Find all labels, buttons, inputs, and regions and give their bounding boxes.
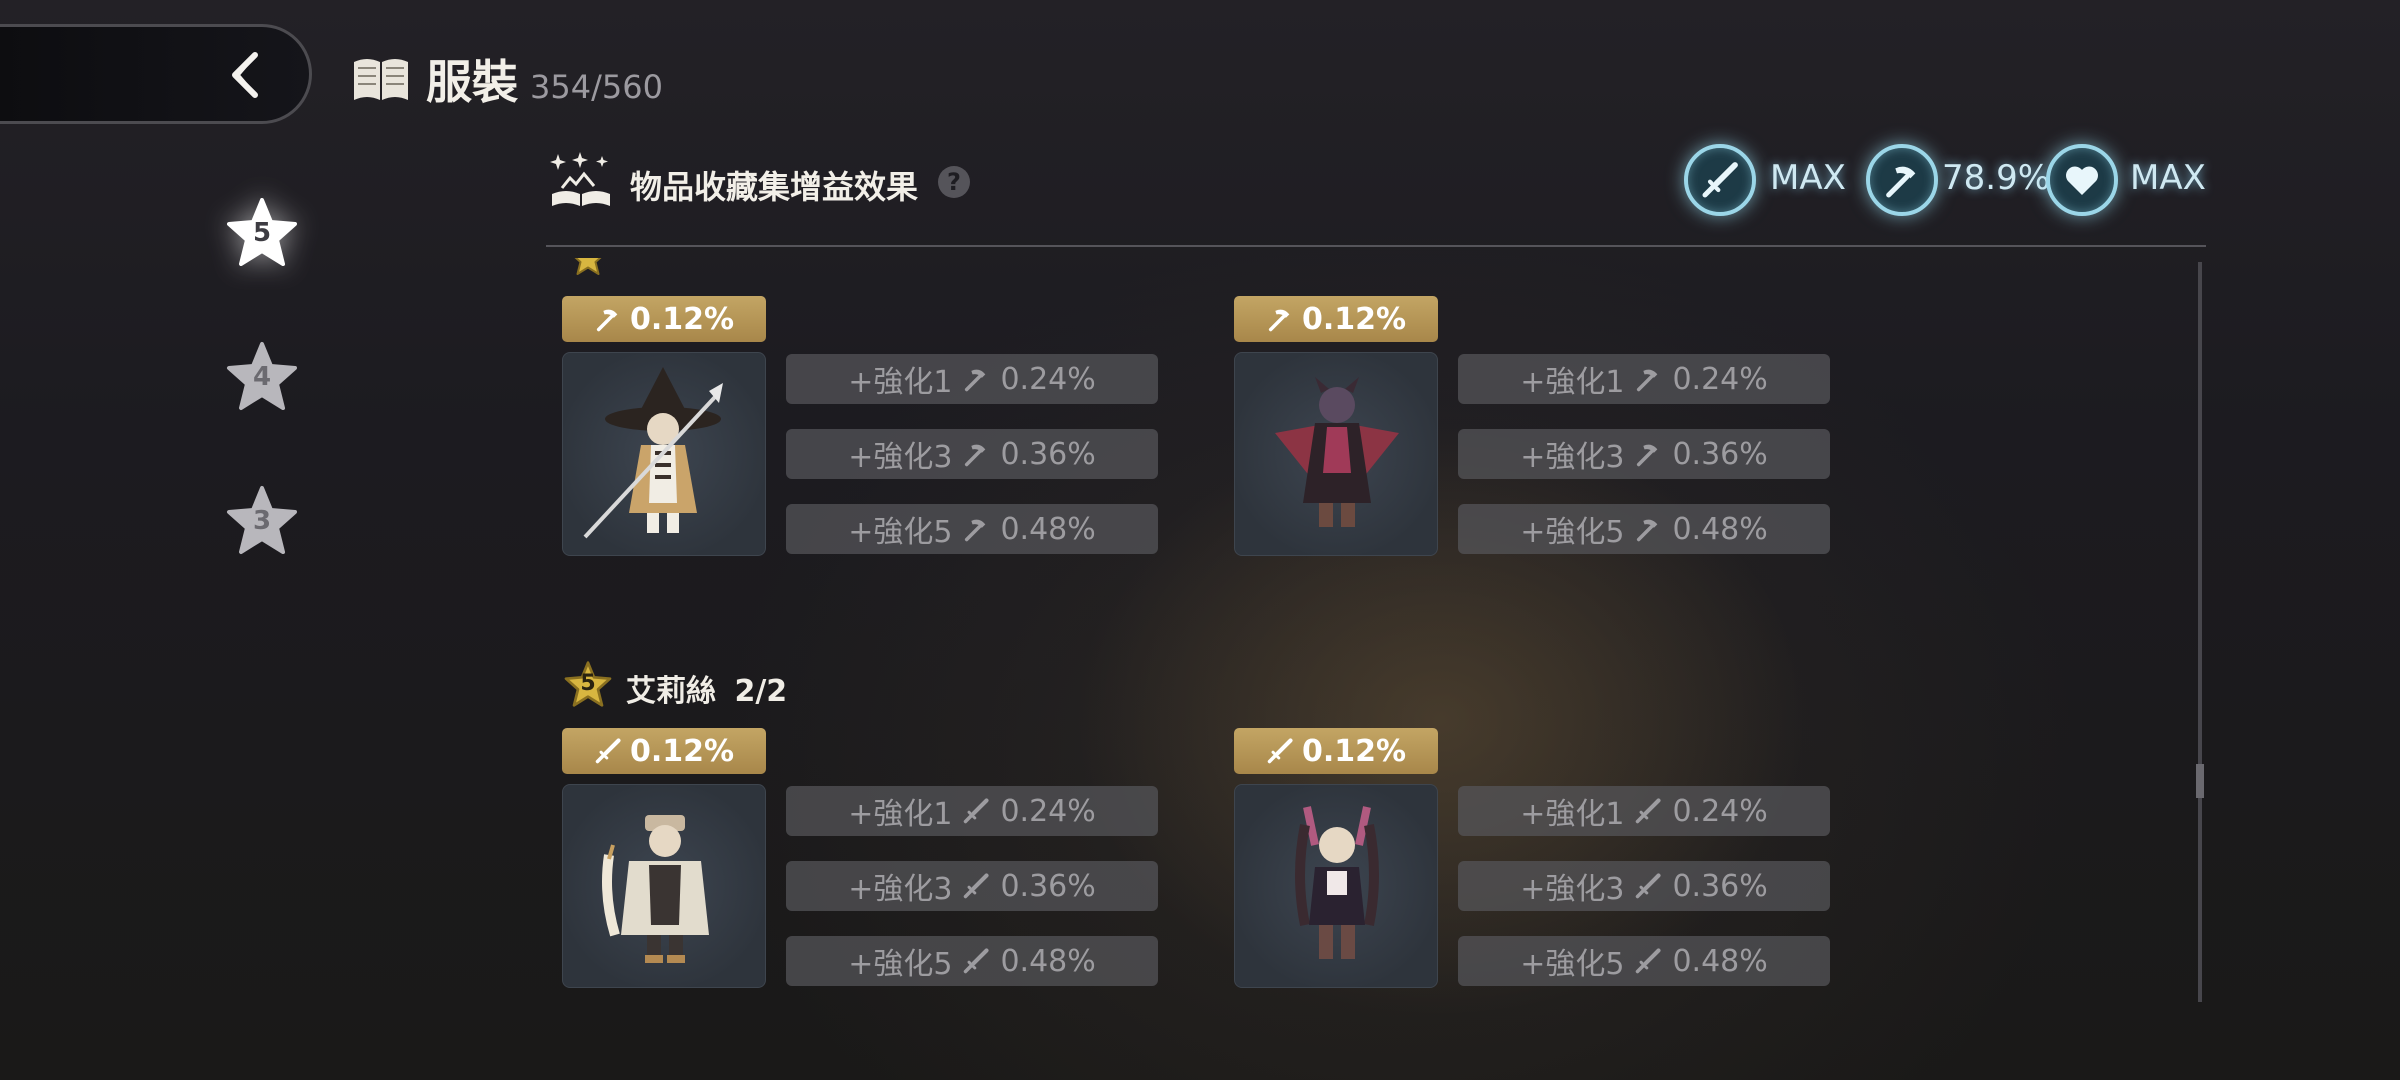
enhancement-label: +強化5 <box>848 515 953 550</box>
enhancement-value: 0.36% <box>1672 436 1768 472</box>
pickaxe-stat-badge[interactable] <box>1866 144 1938 216</box>
sword-stat-value: MAX <box>1770 158 1846 198</box>
header-divider <box>546 245 2206 247</box>
pickaxe-icon <box>1266 305 1294 333</box>
enhancement-label: +強化1 <box>1520 797 1625 832</box>
sword-icon <box>594 737 622 765</box>
sword-icon <box>1634 947 1662 975</box>
enhancement-row: +強化5 0.48% <box>786 936 1158 986</box>
pickaxe-icon <box>594 305 622 333</box>
pickaxe-icon <box>962 515 990 543</box>
enhancement-value: 0.36% <box>1672 868 1768 904</box>
pickaxe-icon <box>1634 440 1662 468</box>
pickaxe-stat-value: 78.9% <box>1942 158 2051 198</box>
enhancement-value: 0.24% <box>1000 793 1096 829</box>
enhancement-row: +強化5 0.48% <box>786 504 1158 554</box>
sword-icon <box>962 797 990 825</box>
enhancement-row: +強化1 0.24% <box>1458 354 1830 404</box>
open-book-icon <box>354 59 408 100</box>
base-bonus-value: 0.12% <box>1301 301 1407 337</box>
costume-portrait-witch[interactable] <box>562 352 766 556</box>
star-tab-4[interactable]: 4 <box>226 340 298 412</box>
explorer-costume-image <box>602 815 709 963</box>
enhancement-value: 0.24% <box>1672 361 1768 397</box>
enhancement-row: +強化1 0.24% <box>786 786 1158 836</box>
base-bonus-tag: 0.12% <box>1234 296 1438 342</box>
base-bonus-value: 0.12% <box>629 301 735 337</box>
enhancement-label: +強化5 <box>1520 947 1625 982</box>
enhancement-value: 0.48% <box>1672 943 1768 979</box>
enhancement-label: +強化3 <box>1520 872 1625 907</box>
sword-icon <box>1266 737 1294 765</box>
enhancement-value: 0.24% <box>1000 361 1096 397</box>
base-bonus-tag: 0.12% <box>562 728 766 774</box>
set-star-badge <box>570 258 606 276</box>
sword-icon <box>962 872 990 900</box>
set-name: 艾莉絲 2/2 <box>626 674 788 709</box>
star-tab-3[interactable]: 3 <box>226 484 298 556</box>
heart-stat-badge[interactable] <box>2046 144 2118 216</box>
heart-icon <box>2062 160 2102 200</box>
sword-icon <box>1634 797 1662 825</box>
enhancement-value: 0.48% <box>1000 511 1096 547</box>
enhancement-label: +強化3 <box>848 440 953 475</box>
enhancement-row: +強化3 0.36% <box>786 429 1158 479</box>
star-tab-label: 3 <box>252 506 272 536</box>
sword-icon <box>1634 872 1662 900</box>
pickaxe-icon <box>1634 515 1662 543</box>
enhancement-label: +強化5 <box>1520 515 1625 550</box>
star-tab-label: 5 <box>252 218 272 248</box>
back-button[interactable] <box>0 24 312 124</box>
collection-count: 354/560 <box>530 68 663 106</box>
scrollbar-thumb[interactable] <box>2196 764 2204 798</box>
pickaxe-icon <box>1634 365 1662 393</box>
sword-icon <box>962 947 990 975</box>
star-tab-label: 4 <box>252 362 272 392</box>
scrollbar[interactable] <box>2198 262 2202 1002</box>
enhancement-label: +強化1 <box>848 797 953 832</box>
enhancement-label: +強化1 <box>1520 365 1625 400</box>
enhancement-row: +強化3 0.36% <box>1458 429 1830 479</box>
demon-costume-image <box>1275 377 1399 527</box>
sword-stat-badge[interactable] <box>1684 144 1756 216</box>
base-bonus-tag: 0.12% <box>1234 728 1438 774</box>
enhancement-value: 0.48% <box>1000 943 1096 979</box>
set-progress: 2/2 <box>734 674 788 709</box>
bunny-costume-image <box>1295 806 1379 959</box>
enhancement-label: +強化5 <box>848 947 953 982</box>
enhancement-label: +強化3 <box>848 872 953 907</box>
enhancement-row: +強化3 0.36% <box>1458 861 1830 911</box>
collection-buff-title: 物品收藏集增益效果 <box>630 168 919 206</box>
enhancement-label: +強化3 <box>1520 440 1625 475</box>
pickaxe-icon <box>962 440 990 468</box>
pickaxe-icon <box>1882 160 1922 200</box>
enhancement-row: +強化3 0.36% <box>786 861 1158 911</box>
sword-icon <box>1700 160 1740 200</box>
base-bonus-value: 0.12% <box>629 733 735 769</box>
heart-stat-value: MAX <box>2130 158 2206 198</box>
enhancement-value: 0.24% <box>1672 793 1768 829</box>
base-bonus-value: 0.12% <box>1301 733 1407 769</box>
sparkle-book-icon <box>550 152 610 206</box>
help-icon[interactable]: ? <box>938 166 970 198</box>
enhancement-value: 0.48% <box>1672 511 1768 547</box>
chevron-left-icon <box>232 52 258 98</box>
costume-portrait-bunny[interactable] <box>1234 784 1438 988</box>
costume-portrait-explorer[interactable] <box>562 784 766 988</box>
page-title: 服裝 <box>426 55 518 109</box>
enhancement-value: 0.36% <box>1000 868 1096 904</box>
costume-portrait-demon[interactable] <box>1234 352 1438 556</box>
enhancement-row: +強化5 0.48% <box>1458 936 1830 986</box>
enhancement-row: +強化1 0.24% <box>786 354 1158 404</box>
base-bonus-tag: 0.12% <box>562 296 766 342</box>
enhancement-row: +強化5 0.48% <box>1458 504 1830 554</box>
set-star-badge: 5 <box>564 660 612 708</box>
witch-costume-image <box>583 367 723 539</box>
star-tab-5[interactable]: 5 <box>226 196 298 268</box>
set-star-label: 5 <box>580 671 596 696</box>
enhancement-row: +強化1 0.24% <box>1458 786 1830 836</box>
pickaxe-icon <box>962 365 990 393</box>
enhancement-label: +強化1 <box>848 365 953 400</box>
enhancement-value: 0.36% <box>1000 436 1096 472</box>
